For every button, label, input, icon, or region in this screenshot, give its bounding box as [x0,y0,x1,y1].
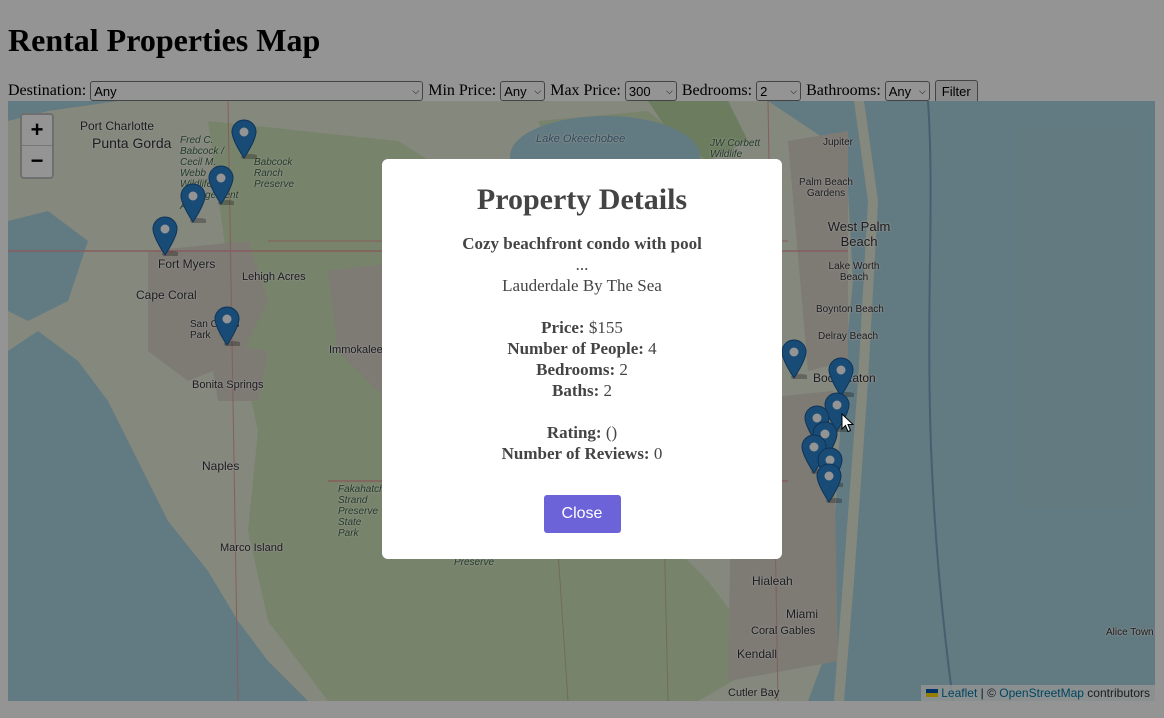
close-button[interactable]: Close [543,495,621,533]
property-details-modal: Property Details Cozy beachfront condo w… [382,159,782,559]
page: Rental Properties Map Destination: Any ⌵… [0,0,1164,718]
reviews-row: Number of Reviews: 0 [501,444,663,463]
price-row: Price: $155 [541,318,623,337]
modal-title: Property Details [476,183,688,216]
baths-row: Baths: 2 [552,381,612,400]
property-name: Cozy beachfront condo with pool [462,234,702,253]
mouse-cursor-icon [841,413,855,433]
property-location: Lauderdale By The Sea [502,276,662,295]
bedrooms-row: Bedrooms: 2 [536,360,628,379]
property-ellipsis: ... [575,255,589,274]
rating-row: Rating: () [546,423,618,442]
people-row: Number of People: 4 [507,339,657,358]
